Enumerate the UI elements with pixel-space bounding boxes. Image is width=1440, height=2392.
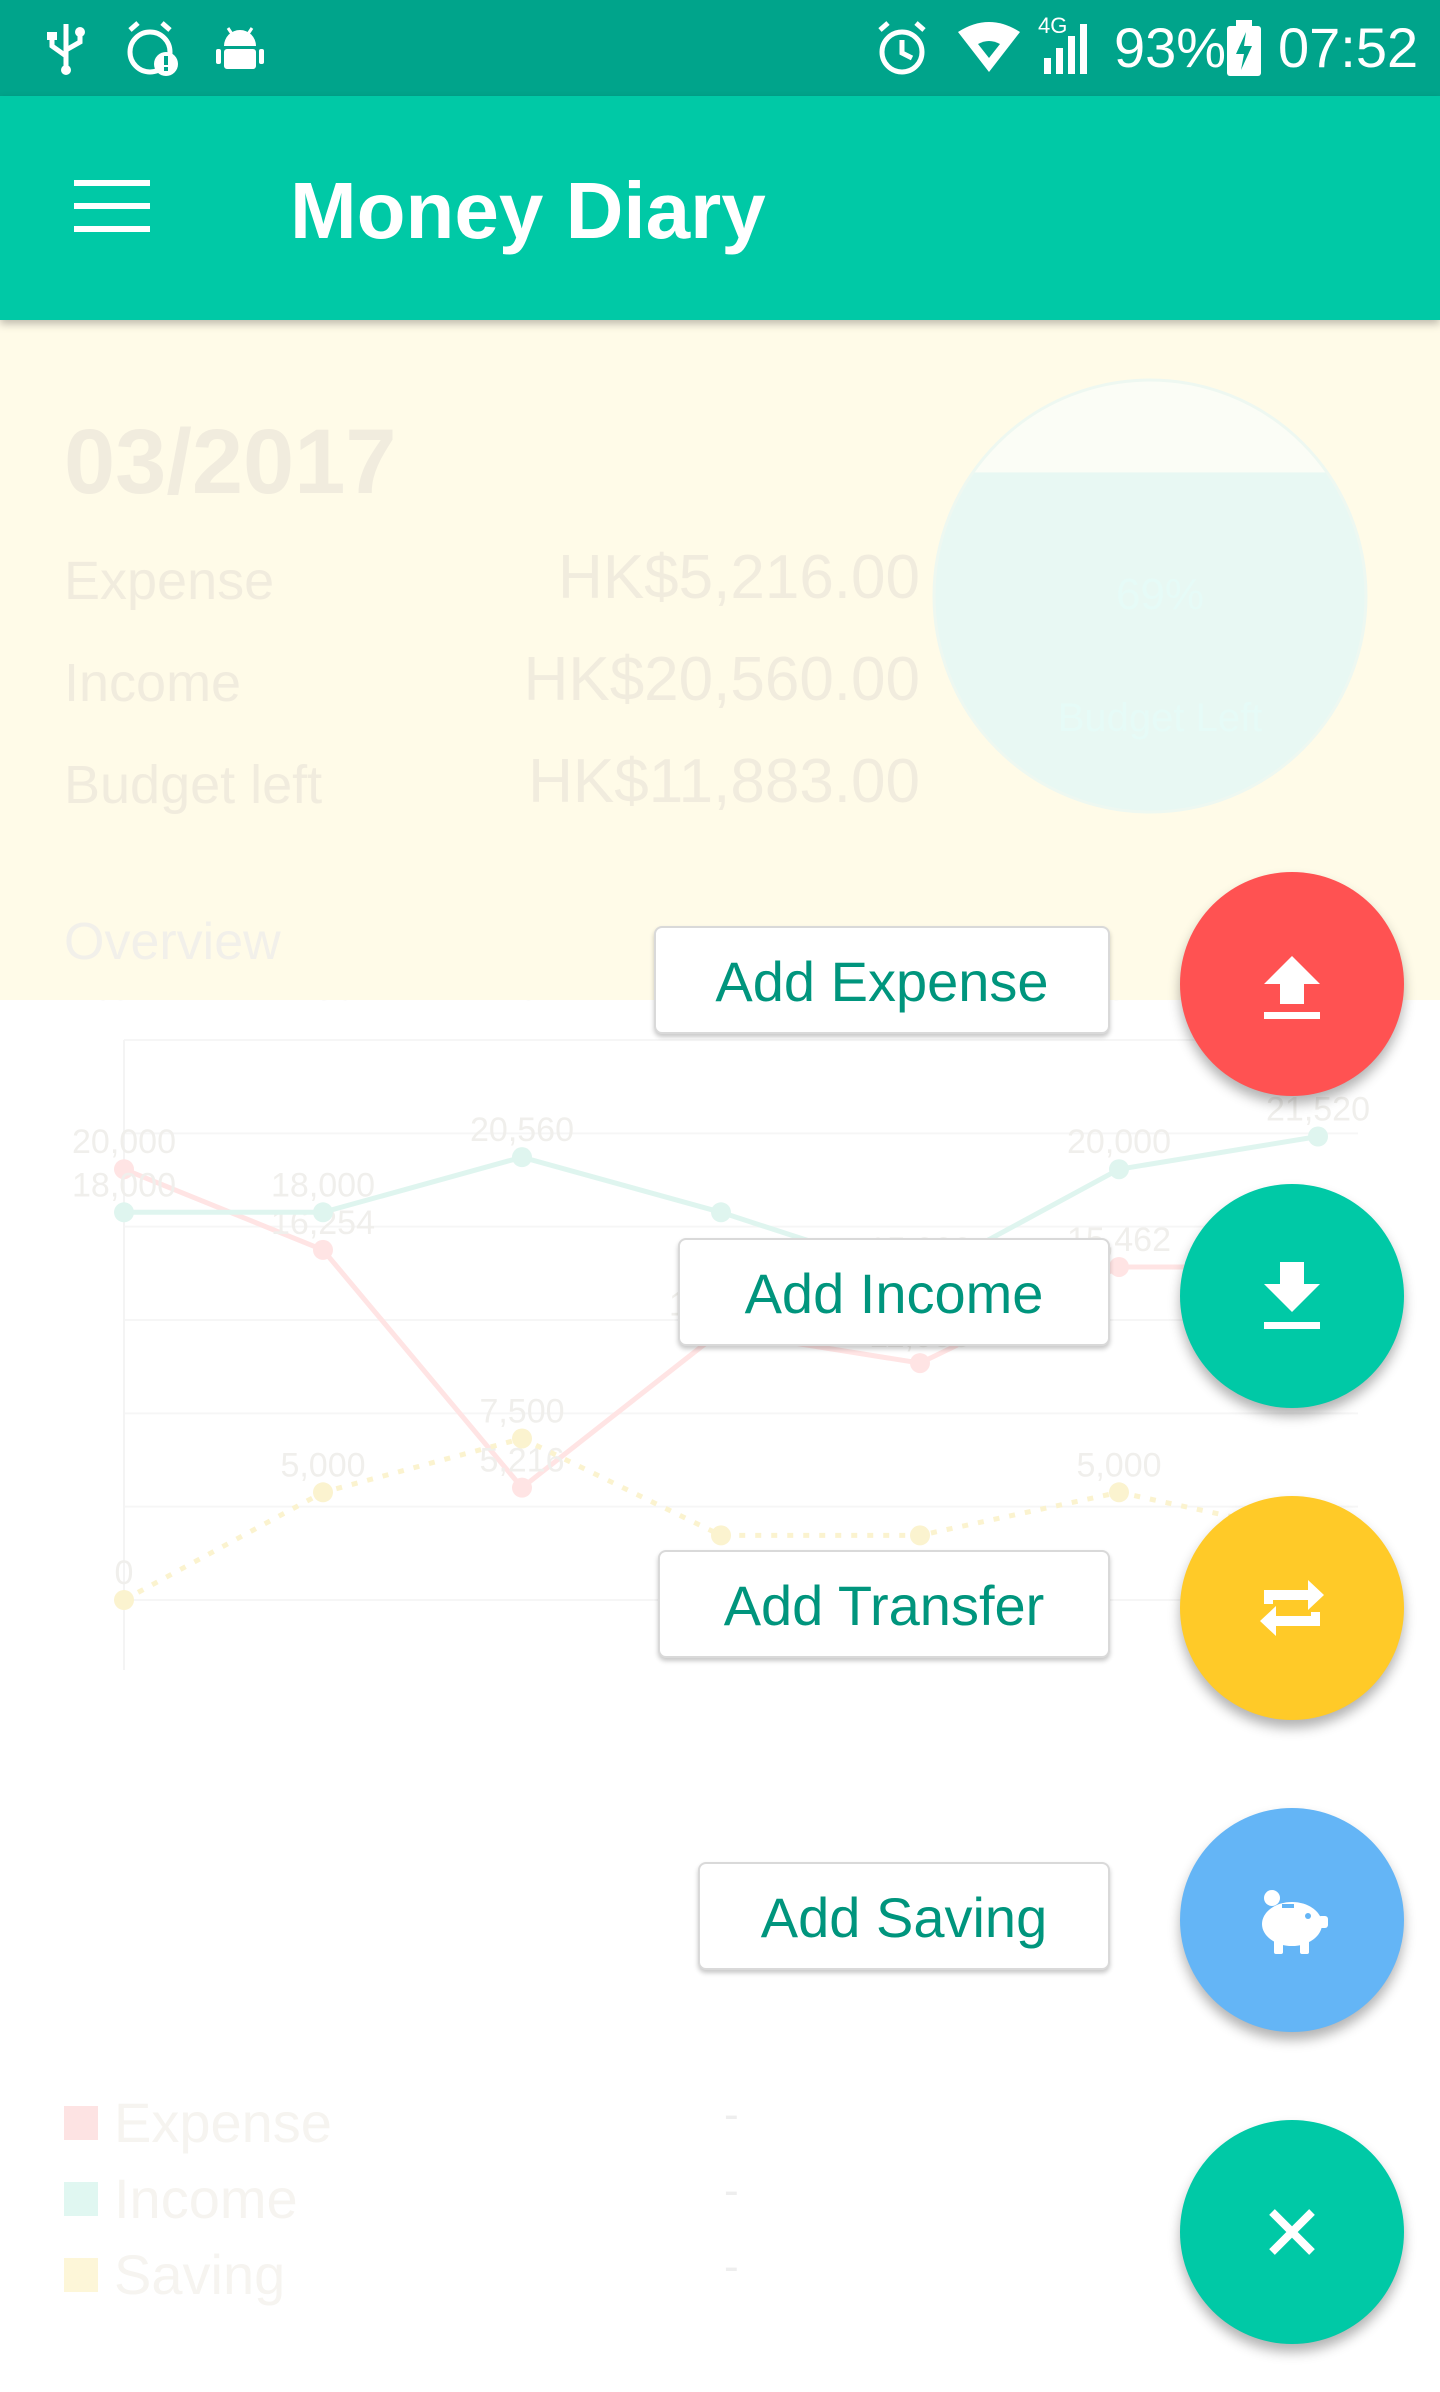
expense-value: HK$5,216.00 <box>558 543 920 612</box>
battery-percent: 93% <box>1114 16 1227 79</box>
wifi-icon <box>958 22 1020 72</box>
budget-left-value: HK$11,883.00 <box>528 747 920 816</box>
status-bar: 4G 93% 07:52 <box>0 0 1440 96</box>
add-expense-label-button[interactable]: Add Expense <box>654 926 1110 1034</box>
chart-point-income <box>512 1147 532 1168</box>
add-saving-label-button[interactable]: Add Saving <box>698 1862 1110 1970</box>
legend-value: - <box>724 2090 739 2139</box>
close-fab[interactable] <box>1180 2120 1404 2344</box>
add-income-label-button[interactable]: Add Income <box>678 1238 1110 1346</box>
chart-data-label: 20,560 <box>470 1111 574 1149</box>
chart-point-saving <box>1109 1482 1129 1503</box>
add-transfer-label-button[interactable]: Add Transfer <box>658 1550 1110 1658</box>
legend-name: Expense <box>114 2091 332 2154</box>
legend-value: - <box>724 2166 739 2215</box>
chart-point-expense <box>512 1477 532 1498</box>
chart-category-label: Mar <box>491 1000 553 1008</box>
hamburger-menu-icon[interactable] <box>74 178 150 234</box>
budget-gauge-fill <box>934 472 1366 812</box>
legend-swatch <box>64 2106 98 2140</box>
chart-data-label: 20,000 <box>72 1123 176 1161</box>
chart-data-label: 18,000 <box>271 1166 375 1204</box>
expense-label: Expense <box>64 551 275 611</box>
chart-data-label: 5,000 <box>280 1446 365 1484</box>
chart-category-label: Jan <box>95 1000 153 1008</box>
network-type: 4G <box>1038 13 1068 38</box>
chart-point-income <box>313 1202 333 1223</box>
overview-title: Overview <box>64 913 281 971</box>
app-bar: Money Diary <box>0 96 1440 320</box>
add-expense-fab[interactable] <box>1180 872 1404 1096</box>
chart-point-saving <box>313 1482 333 1503</box>
chart-data-label: 21,520 <box>1266 1090 1370 1128</box>
chart-data-label: 20,000 <box>1067 1123 1171 1161</box>
legend-item-expense: Expense - <box>64 2090 764 2160</box>
chart-data-label: 18,000 <box>72 1166 176 1204</box>
add-saving-fab[interactable] <box>1180 1808 1404 2032</box>
chart-point-saving <box>910 1525 930 1546</box>
chart-point-saving <box>711 1525 731 1546</box>
battery-charging-icon <box>1227 20 1261 76</box>
budget-percent: 69% <box>1115 570 1205 619</box>
add-income-fab[interactable] <box>1180 1184 1404 1408</box>
upload-icon <box>1264 956 1320 1019</box>
month-label: 03/2017 <box>64 411 397 513</box>
legend-swatch <box>64 2258 98 2292</box>
chart-point-income <box>114 1202 134 1223</box>
clock: 07:52 <box>1278 16 1419 79</box>
chart-data-label: 5,000 <box>1076 1446 1161 1484</box>
chart-point-income <box>1109 1159 1129 1180</box>
legend-item-saving: Saving - <box>64 2242 764 2312</box>
download-icon <box>1264 1262 1320 1329</box>
budget-left-caption: Budget Left <box>1057 696 1263 740</box>
budget-left-label: Budget left <box>64 755 323 815</box>
chart-data-label: 0 <box>115 1554 134 1592</box>
usb-icon <box>47 24 85 75</box>
chart-point-expense <box>1109 1256 1129 1277</box>
legend-name: Income <box>114 2167 298 2230</box>
income-label: Income <box>64 653 242 713</box>
chart-category-label: Feb <box>292 1000 354 1008</box>
chart-data-label: 7,500 <box>479 1392 564 1430</box>
legend-item-income: Income - <box>64 2166 764 2236</box>
legend-swatch <box>64 2182 98 2216</box>
legend-value: - <box>724 2242 739 2291</box>
android-icon <box>216 27 264 69</box>
chart-point-saving <box>114 1590 134 1610</box>
legend-name: Saving <box>114 2243 286 2306</box>
chart-point-expense <box>313 1239 333 1260</box>
add-transfer-fab[interactable] <box>1180 1496 1404 1720</box>
chart-point-income <box>1308 1126 1328 1147</box>
chart-point-income <box>711 1202 731 1223</box>
chart-point-expense <box>910 1353 930 1374</box>
chart-point-saving <box>512 1428 532 1449</box>
income-value: HK$20,560.00 <box>523 645 920 714</box>
piggy-bank-icon <box>1262 1890 1328 1954</box>
transfer-icon <box>1260 1580 1324 1636</box>
app-title: Money Diary <box>290 166 766 255</box>
alarm-icon <box>878 21 926 75</box>
close-icon <box>1269 2209 1315 2255</box>
alarm-warning-icon <box>127 21 178 76</box>
